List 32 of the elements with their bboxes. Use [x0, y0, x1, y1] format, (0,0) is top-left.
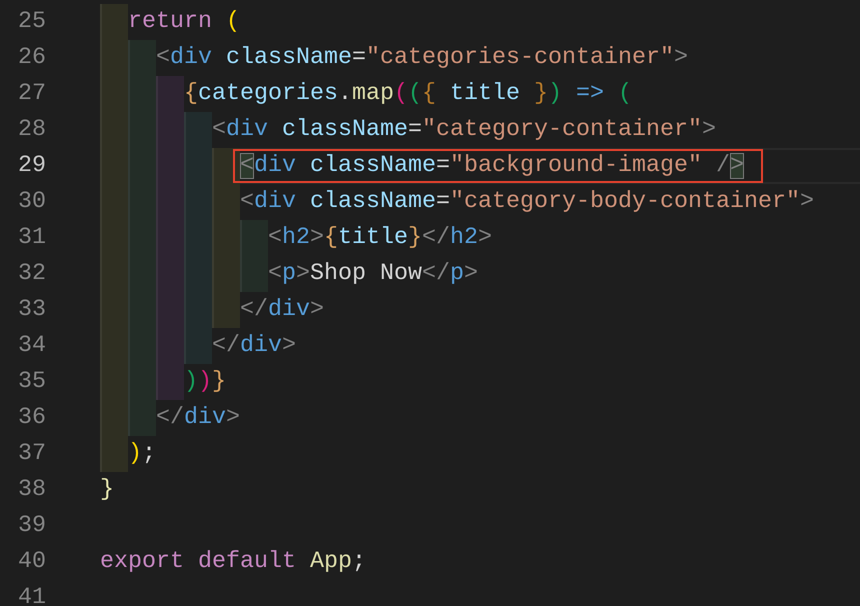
line-number: 40: [17, 548, 46, 577]
code-line: return (: [128, 8, 240, 37]
code-line: </div>: [156, 404, 240, 433]
code-line: </div>: [212, 332, 296, 361]
line-number: 41: [17, 584, 46, 606]
code-line: <div className="categories-container">: [156, 44, 688, 73]
line-number: 32: [17, 260, 46, 289]
code-line: export default App;: [100, 548, 366, 577]
line-number: 30: [17, 188, 46, 217]
code-line: <div className="background-image" />: [240, 152, 744, 181]
line-number: 38: [17, 476, 46, 505]
line-number: 35: [17, 368, 46, 397]
code-line: }: [100, 476, 114, 505]
code-line: );: [128, 440, 156, 469]
line-number: 29: [17, 152, 46, 181]
code-line: <p>Shop Now</p>: [268, 260, 478, 289]
line-number: 25: [17, 8, 46, 37]
line-number: 27: [17, 80, 46, 109]
line-number: 34: [17, 332, 46, 361]
line-number: 33: [17, 296, 46, 325]
code-line: <div className="category-container">: [212, 116, 716, 145]
code-line: {categories.map(({ title }) => (: [184, 80, 632, 109]
line-number: 36: [17, 404, 46, 433]
line-number: 37: [17, 440, 46, 469]
line-number: 31: [17, 224, 46, 253]
code-line: </div>: [240, 296, 324, 325]
line-number: 26: [17, 44, 46, 73]
code-line: <h2>{title}</h2>: [268, 224, 492, 253]
line-number: 28: [17, 116, 46, 145]
line-number: 39: [17, 512, 46, 541]
code-line: ))}: [184, 368, 226, 397]
code-line: <div className="category-body-container">: [240, 188, 814, 217]
